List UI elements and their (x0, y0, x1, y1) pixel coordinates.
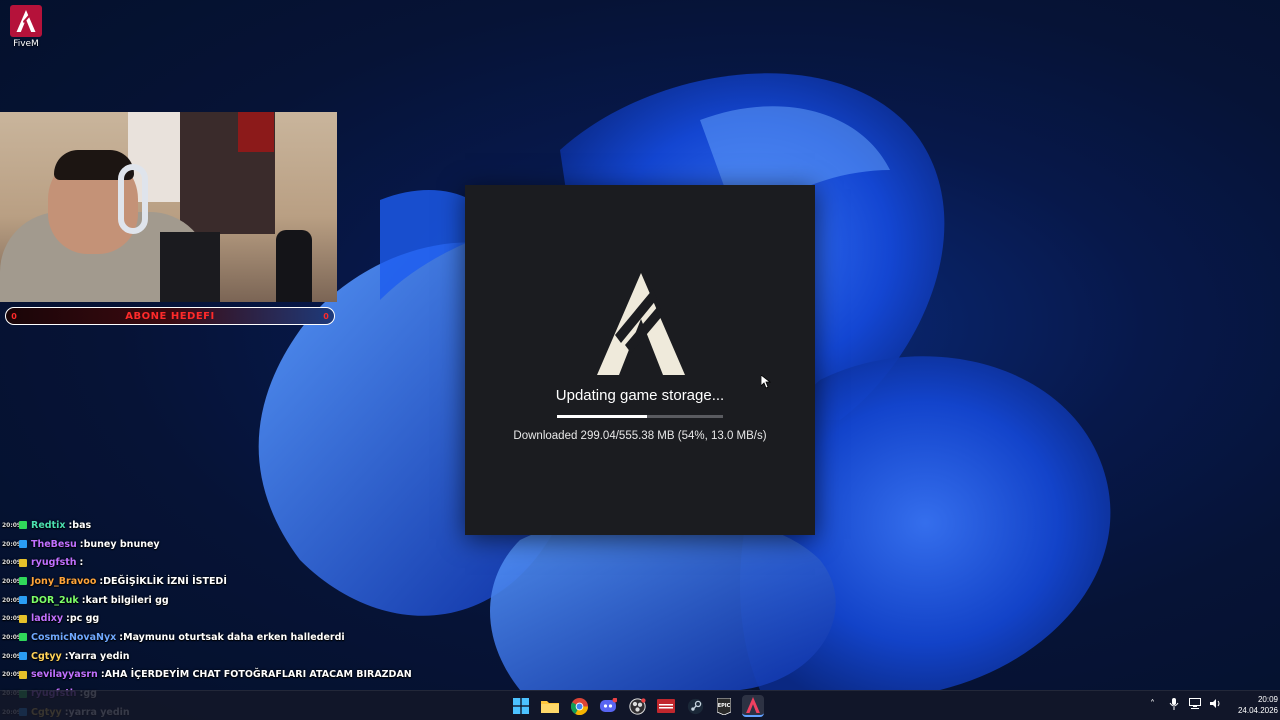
goal-target-value: 0 (323, 311, 329, 321)
chat-timestamp: 20:09 (2, 577, 22, 585)
chat-message-text: Maymunu oturtsak daha erken hallederdi (123, 631, 345, 643)
chat-username[interactable]: Jony_Bravoo (31, 576, 96, 587)
statue-figure (276, 230, 312, 302)
fivem-update-dialog: Updating game storage... Downloaded 299.… (465, 185, 815, 535)
download-progress-bar (557, 415, 723, 418)
goal-current-value: 0 (11, 311, 17, 321)
chat-username[interactable]: sevilayyasrn (31, 669, 98, 680)
fivem-logo-icon (10, 5, 42, 37)
chat-message-text: buney bnuney (83, 538, 160, 550)
chat-username[interactable]: ryugfsth (31, 557, 77, 568)
chat-badge-icon (19, 596, 27, 605)
chat-message: 20:09 Jony_Bravoo: DEĞİŞİKLİK İZNİ İSTEDİ (2, 572, 422, 591)
epic-games-icon[interactable]: EPIC (713, 695, 735, 717)
chat-message: 20:09 DOR_2uk: kart bilgileri gg (2, 591, 422, 610)
chat-message: 20:09 ryugfsth: (2, 553, 422, 572)
chat-badge-icon (19, 558, 27, 567)
folder-icon[interactable] (539, 695, 561, 717)
chat-timestamp: 20:09 (2, 652, 22, 660)
chat-message: 20:09 CosmicNovaNyx: Maymunu oturtsak dah… (2, 628, 422, 647)
mouse-cursor-icon (761, 375, 771, 389)
webcam-feed (0, 112, 337, 302)
chat-badge-icon (19, 614, 27, 623)
chat-badge-icon (19, 652, 27, 661)
gaming-chair (160, 232, 220, 302)
chat-timestamp: 20:09 (2, 671, 22, 679)
chat-username[interactable]: Cgtyy (31, 651, 62, 662)
capture-app-icon[interactable] (655, 695, 677, 717)
taskbar-apps: EPIC (510, 695, 764, 717)
chat-username[interactable]: Redtix (31, 520, 65, 531)
chat-timestamp: 20:09 (2, 633, 22, 641)
chat-message: 20:09 sevilayyasrn: AHA İÇERDEYİM CHAT FO… (2, 666, 422, 685)
obs-icon[interactable] (626, 695, 648, 717)
chat-message-text: AHA İÇERDEYİM CHAT FOTOĞRAFLARI ATACAM B… (104, 669, 412, 681)
fivem-logo-icon (597, 273, 685, 375)
chat-username[interactable]: TheBesu (31, 539, 77, 550)
chat-badge-icon (19, 521, 27, 530)
speaker-icon[interactable] (1209, 698, 1222, 711)
chat-message-text: kart bilgileri gg (85, 594, 169, 606)
clock-time: 20:09 (1257, 695, 1278, 704)
fivem-logo-icon[interactable] (742, 695, 764, 717)
chat-username[interactable]: DOR_2uk (31, 595, 79, 606)
chat-timestamp: 20:09 (2, 559, 22, 567)
chat-timestamp: 20:09 (2, 540, 22, 548)
download-detail-text: Downloaded 299.04/555.38 MB (54%, 13.0 M… (513, 430, 767, 442)
chat-badge-icon (19, 670, 27, 679)
chat-badge-icon (19, 633, 27, 642)
discord-icon[interactable] (597, 695, 619, 717)
chat-message: 20:09 TheBesu: buney bnuney (2, 535, 422, 554)
chat-separator: : (79, 557, 84, 569)
desktop-icon-label: FiveM (13, 39, 39, 49)
network-icon[interactable] (1188, 698, 1201, 711)
progress-fill (557, 415, 647, 418)
headset (118, 164, 148, 234)
windows-start-icon[interactable] (510, 695, 532, 717)
chat-badge-icon (19, 540, 27, 549)
chat-username[interactable]: CosmicNovaNyx (31, 632, 116, 643)
chat-message-text: pc gg (69, 613, 100, 625)
microphone-icon[interactable] (1167, 698, 1180, 711)
chat-message: 20:09 Cgtyy: Yarra yedin (2, 647, 422, 666)
clock-date: 24.04.2026 (1237, 706, 1278, 715)
chat-message: 20:09 Redtix: bas (2, 516, 422, 535)
steam-icon[interactable] (684, 695, 706, 717)
chat-message-text: DEĞİŞİKLİK İZNİ İSTEDİ (103, 575, 227, 587)
chat-timestamp: 20:09 (2, 615, 22, 623)
svg-text:EPIC: EPIC (718, 703, 731, 709)
chat-badge-icon (19, 577, 27, 586)
chat-timestamp: 20:09 (2, 521, 22, 529)
desktop-icon-fivem[interactable]: FiveM (8, 5, 44, 49)
goal-title: ABONE HEDEFI (125, 310, 215, 322)
taskbar-clock[interactable]: 20:09 24.04.2026 (1222, 694, 1278, 716)
update-status-text: Updating game storage... (555, 387, 725, 404)
system-tray: ˄ (1146, 698, 1222, 711)
chevron-up-icon[interactable]: ˄ (1146, 698, 1159, 711)
chat-message: 20:09 ladixy: pc gg (2, 609, 422, 628)
chat-username[interactable]: ladixy (31, 613, 63, 624)
wall-poster (238, 112, 274, 152)
taskbar: EPIC ˄ 20:09 24.04.2026 (0, 690, 1280, 720)
chat-timestamp: 20:09 (2, 596, 22, 604)
chat-message-text: Yarra yedin (68, 650, 130, 662)
chrome-icon[interactable] (568, 695, 590, 717)
chat-message-text: bas (72, 519, 92, 531)
subscriber-goal-bar: 0 ABONE HEDEFI 0 (5, 307, 335, 325)
